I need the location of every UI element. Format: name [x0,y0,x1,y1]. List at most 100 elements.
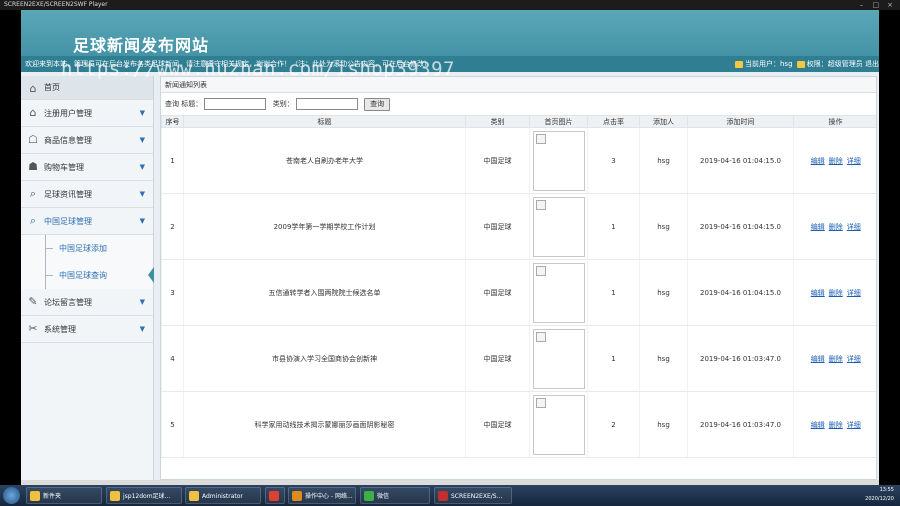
delete-link[interactable]: 删除 [829,421,843,429]
cell-time: 2019-04-16 01:04:15.0 [687,193,794,260]
sidebar-item-products[interactable]: ☖ 商品信息管理 ▼ [21,127,153,154]
search-title-input[interactable] [204,98,267,110]
search-icon: ⌕ [29,187,37,200]
panel-title: 新闻通知列表 [161,77,876,93]
search-icon: ⌕ [29,214,37,227]
chevron-down-icon: ▼ [139,217,145,225]
chevron-down-icon: ▼ [139,136,145,144]
player-icon [438,491,448,501]
chevron-down-icon: ▼ [139,190,145,198]
sidebar-subitem-add[interactable]: 中国足球添加 [21,235,153,262]
app-window: 足球新闻发布网站 欢迎来到本站，管理员可在后台发布各类足球新闻，请注意遵守相关规… [21,10,879,480]
broken-image-icon [532,262,585,323]
cell-clicks: 3 [587,127,640,194]
edit-link[interactable]: 编辑 [811,157,825,165]
minimize-button[interactable]: – [856,0,868,10]
player-titlebar: SCREEN2EXE/SCREEN2SWF Player – □ × [0,0,900,10]
broken-image-icon [532,328,585,389]
broken-image-icon [532,196,585,257]
sidebar-item-home[interactable]: ⌂ 首页 [21,76,153,100]
broken-image-icon [532,130,585,191]
taskbar-item[interactable]: 操作中心 - 网络... [288,487,356,504]
table-header-row: 序号 标题 类别 首页图片 点击率 添加人 添加时间 操作 [161,115,876,128]
table-row: 1 苍南老人自刷办老年大学 中国足球 3 hsg 2019-04-16 01:0… [161,127,876,194]
delete-link[interactable]: 删除 [829,223,843,231]
cell-image [529,193,588,260]
cell-image [529,391,588,458]
taskbar-item[interactable]: 微信 [360,487,430,504]
cell-no: 4 [161,325,184,392]
sidebar-item-users[interactable]: ⌂ 注册用户管理 ▼ [21,100,153,127]
chevron-down-icon: ▼ [139,298,145,306]
cell-time: 2019-04-16 01:03:47.0 [687,325,794,392]
sidebar-item-cart[interactable]: ☗ 购物车管理 ▼ [21,154,153,181]
clock-time[interactable]: 13:55 [865,486,894,495]
tools-icon: ✂ [28,322,38,335]
cell-ops: 编辑 删除 详细 [793,391,876,458]
delete-link[interactable]: 删除 [829,355,843,363]
column-header: 序号 [161,115,184,128]
taskbar-item[interactable]: jsp12dom足球... [106,487,182,504]
sidebar-item-label: 系统管理 [44,325,76,334]
sidebar-item-system[interactable]: ✂ 系统管理 ▼ [21,316,153,343]
cell-no: 5 [161,391,184,458]
sidebar-item-football-news[interactable]: ⌕ 足球资讯管理 ▼ [21,181,153,208]
taskbar-item[interactable]: 新件夹 [26,487,102,504]
delete-link[interactable]: 删除 [829,289,843,297]
home-icon: ⌂ [29,82,37,95]
close-button[interactable]: × [884,0,896,10]
cell-category: 中国足球 [465,391,530,458]
edit-link[interactable]: 编辑 [811,223,825,231]
sidebar-subitem-label: 中国足球添加 [59,244,107,253]
search-button[interactable]: 查询 [364,97,391,111]
sidebar-item-label: 足球资讯管理 [44,190,92,199]
start-button[interactable] [3,487,20,504]
cell-category: 中国足球 [465,127,530,194]
site-title: 足球新闻发布网站 [73,36,210,55]
edit-link[interactable]: 编辑 [811,355,825,363]
taskbar-item[interactable] [265,487,285,504]
sidebar-item-label: 注册用户管理 [44,109,92,118]
cell-no: 3 [161,259,184,326]
cell-no: 1 [161,127,184,194]
column-header: 添加人 [639,115,688,128]
key-icon [796,60,805,68]
taskbar-item[interactable]: Administrator [185,487,261,504]
search-category-label: 类别： [272,100,294,108]
cell-time: 2019-04-16 01:03:47.0 [687,391,794,458]
cell-category: 中国足球 [465,325,530,392]
sidebar-subitem-query[interactable]: 中国足球查询 [21,262,154,289]
news-table: 序号 标题 类别 首页图片 点击率 添加人 添加时间 操作 1 苍南老人自刷办老… [161,115,876,458]
sidebar-item-forum[interactable]: ✎ 论坛留言管理 ▼ [21,289,153,316]
sidebar-item-label: 购物车管理 [44,163,84,172]
column-header: 类别 [465,115,530,128]
user-icon: ☗ [28,160,38,173]
info-bar: 欢迎来到本站，管理员可在后台发布各类足球新闻，请注意遵守相关规定，谢谢合作！（注… [21,56,879,72]
chevron-down-icon: ▼ [139,109,145,117]
clock-date[interactable]: 2020/12/20 [865,495,894,504]
detail-link[interactable]: 详细 [847,157,861,165]
taskbar-item[interactable]: SCREEN2EXE/S... [434,487,512,504]
user-role: 权限：超级管理员 [806,60,863,68]
cell-clicks: 1 [587,193,640,260]
logout-link[interactable]: 退出 [865,60,879,68]
window-controls: – □ × [856,0,896,10]
cell-clicks: 1 [587,325,640,392]
detail-link[interactable]: 详细 [847,223,861,231]
cell-clicks: 2 [587,391,640,458]
detail-link[interactable]: 详细 [847,421,861,429]
edit-link[interactable]: 编辑 [811,421,825,429]
cell-image [529,325,588,392]
active-pointer [148,267,154,283]
search-category-input[interactable] [295,98,358,110]
delete-link[interactable]: 删除 [829,157,843,165]
cell-adder: hsg [639,325,688,392]
maximize-button[interactable]: □ [870,0,882,10]
sidebar-item-china-football[interactable]: ⌕ 中国足球管理 ▼ [21,208,153,235]
edit-link[interactable]: 编辑 [811,289,825,297]
detail-link[interactable]: 详细 [847,355,861,363]
detail-link[interactable]: 详细 [847,289,861,297]
cell-ops: 编辑 删除 详细 [793,259,876,326]
system-tray: 13:55 2020/12/20 [865,486,894,504]
cell-adder: hsg [639,259,688,326]
